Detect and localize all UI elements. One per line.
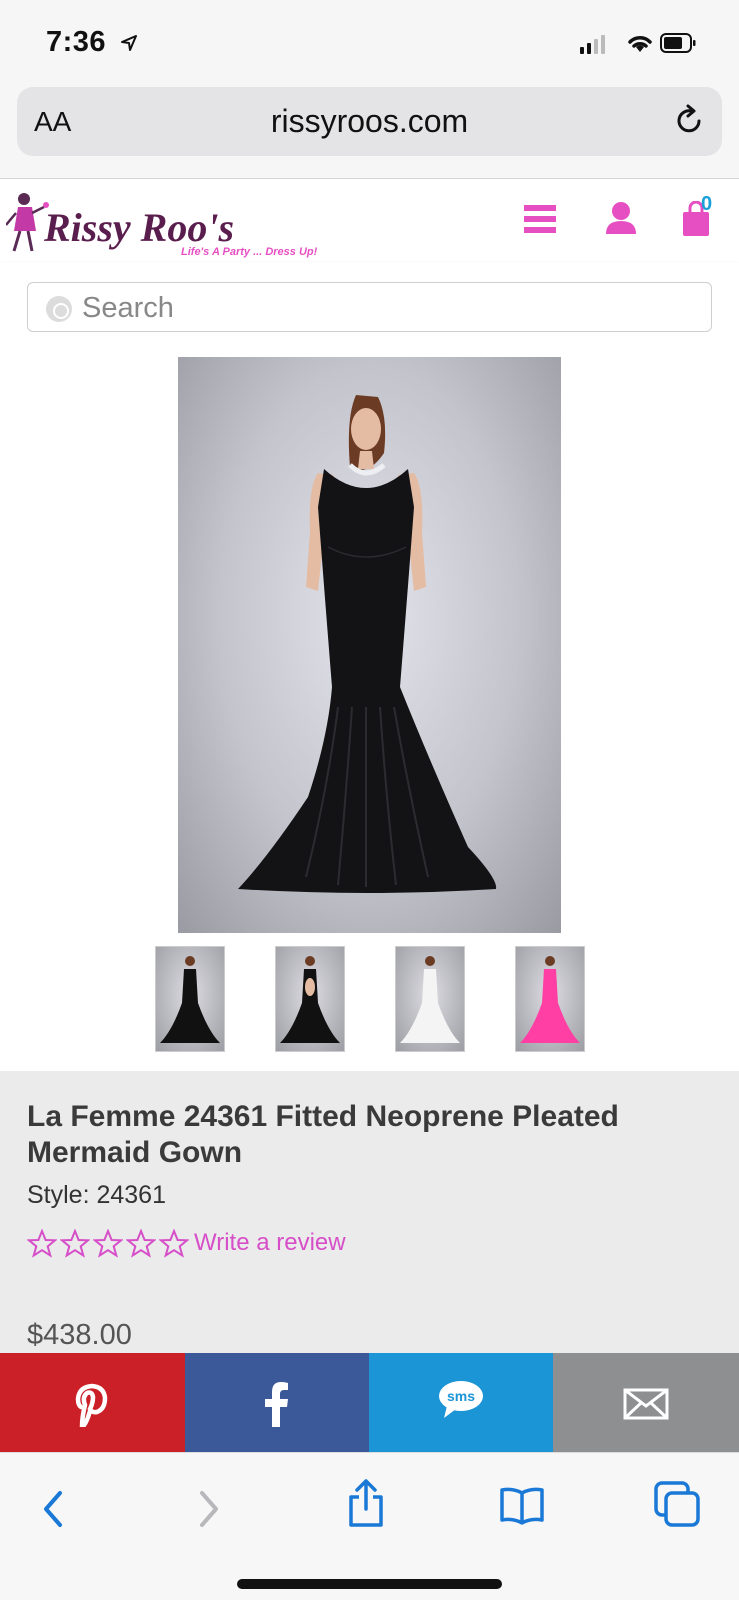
product-gallery — [0, 351, 739, 1071]
thumbnail-pink-front[interactable] — [515, 946, 585, 1052]
back-icon[interactable] — [40, 1489, 66, 1529]
url-domain[interactable]: rissyroos.com — [17, 103, 722, 140]
thumbnail-white-front[interactable] — [395, 946, 465, 1052]
thumbnail-black-back[interactable] — [275, 946, 345, 1052]
search-bar-container — [0, 263, 739, 351]
sms-icon: sms — [439, 1381, 483, 1418]
wifi-icon — [628, 36, 652, 52]
location-arrow-icon — [121, 35, 137, 51]
star-empty-icon — [126, 1229, 156, 1258]
email-share-button[interactable] — [553, 1353, 739, 1452]
tabs-icon[interactable] — [654, 1481, 700, 1527]
reload-icon[interactable] — [674, 104, 706, 136]
search-input[interactable] — [82, 291, 682, 325]
product-style-number: Style: 24361 — [27, 1181, 166, 1209]
product-price: $438.00 — [27, 1319, 132, 1351]
pinterest-icon — [75, 1383, 108, 1427]
sms-icon-label: sms — [447, 1388, 475, 1404]
product-title: La Femme 24361 Fitted Neoprene Pleated M… — [27, 1100, 619, 1169]
rissy-roos-logo[interactable]: Rissy Roo's Life's A Party ... Dress Up! — [6, 185, 326, 261]
browser-toolbar — [0, 1452, 739, 1600]
search-box[interactable] — [27, 282, 712, 332]
account-icon[interactable] — [605, 201, 637, 235]
hamburger-menu-icon[interactable] — [524, 204, 558, 234]
facebook-icon — [265, 1382, 288, 1427]
product-info: La Femme 24361 Fitted Neoprene Pleated M… — [0, 1071, 739, 1354]
pinterest-share-button[interactable] — [0, 1353, 185, 1452]
star-empty-icon — [159, 1229, 189, 1258]
star-empty-icon — [60, 1229, 90, 1258]
address-bar[interactable]: AA rissyroos.com — [17, 87, 722, 156]
rating-stars[interactable] — [27, 1229, 192, 1258]
cellular-signal-icon — [580, 35, 605, 54]
sms-share-button[interactable]: sms — [369, 1353, 553, 1452]
forward-icon[interactable] — [196, 1489, 222, 1529]
status-bar: 7:36 — [0, 0, 739, 84]
write-review-link[interactable]: Write a review — [194, 1229, 346, 1257]
logo-wordmark: Rissy Roo's — [43, 205, 234, 250]
model-in-black-gown-illustration — [238, 395, 497, 893]
envelope-icon — [623, 1388, 669, 1420]
share-bar: sms — [0, 1353, 739, 1452]
star-empty-icon — [93, 1229, 123, 1258]
bookmarks-icon[interactable] — [499, 1485, 545, 1525]
battery-icon — [660, 33, 696, 53]
status-time: 7:36 — [46, 26, 107, 58]
home-indicator — [237, 1579, 502, 1589]
logo-tagline: Life's A Party ... Dress Up! — [181, 246, 318, 258]
thumbnail-black-front[interactable] — [155, 946, 225, 1052]
search-icon — [46, 296, 72, 322]
facebook-share-button[interactable] — [185, 1353, 369, 1452]
cart-count-badge: 0 — [701, 193, 713, 215]
share-icon[interactable] — [346, 1479, 386, 1527]
star-empty-icon — [27, 1229, 57, 1258]
site-header: Rissy Roo's Life's A Party ... Dress Up!… — [0, 178, 739, 263]
product-main-image[interactable] — [178, 357, 561, 933]
